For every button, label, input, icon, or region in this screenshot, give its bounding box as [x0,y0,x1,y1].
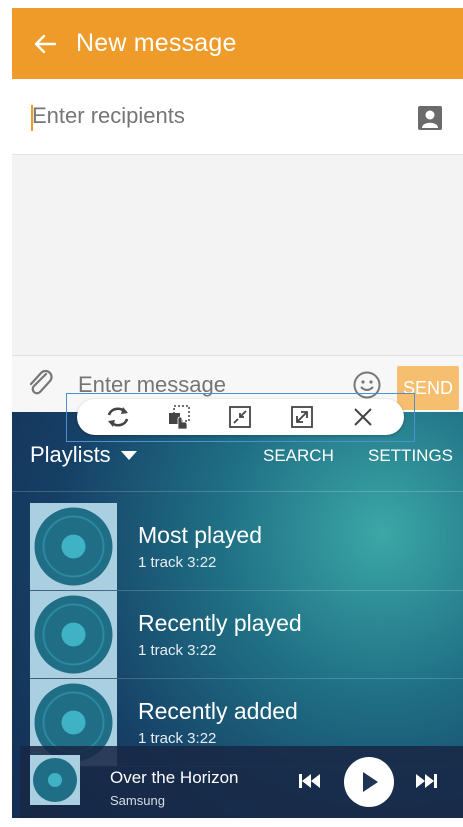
playlists-label: Playlists [30,442,111,467]
drag-content-button[interactable] [166,404,192,430]
now-playing-art [30,755,80,805]
drag-content-icon [169,405,190,430]
contacts-button[interactable] [417,105,443,131]
playlist-meta: 1 track 3:22 [138,730,217,747]
maximize-window-icon [290,406,313,428]
maximize-window-button[interactable] [289,404,315,430]
page-title: New message [76,29,237,57]
message-thread-area[interactable] [12,155,463,356]
now-playing-title: Over the Horizon [110,768,239,787]
recipients-row [12,79,463,155]
play-button[interactable] [344,757,394,807]
playlist-name: Recently added [138,698,298,724]
previous-icon [299,774,320,788]
playlist-item[interactable]: Recently played 1 track 3:22 [30,590,463,679]
playlist-item[interactable]: Most played 1 track 3:22 [30,502,463,591]
settings-button[interactable]: SETTINGS [368,446,453,466]
album-art-image [30,591,117,678]
attach-button[interactable] [26,368,56,398]
album-art [30,591,117,678]
music-app: Playlists SEARCH SETTINGS Most played 1 … [12,412,463,818]
mini-player[interactable]: Over the Horizon Samsung [20,746,463,818]
close-window-button[interactable] [350,404,376,430]
playlist-meta: 1 track 3:22 [138,642,217,659]
album-art-image [30,503,117,590]
playlist-name: Most played [138,522,263,548]
search-button[interactable]: SEARCH [263,446,334,466]
next-icon [416,774,437,788]
dropdown-arrow-icon [120,450,137,460]
minimize-window-icon [229,406,252,428]
previous-track-button[interactable] [297,769,323,793]
recipients-input[interactable] [32,103,392,129]
now-playing-artist: Samsung [110,793,165,808]
album-art [30,503,117,590]
playlists-dropdown[interactable]: Playlists [30,442,137,468]
playlist-meta: 1 track 3:22 [138,554,217,571]
contact-icon [418,106,442,130]
message-app-bar: New message [12,8,463,79]
playlist-name: Recently played [138,610,302,636]
close-icon [354,408,372,426]
switch-windows-button[interactable] [105,404,131,430]
album-art-image [30,755,80,805]
back-button[interactable] [26,25,64,63]
play-icon [363,772,378,792]
multiwindow-toolbar [77,399,404,435]
back-arrow-icon [34,34,56,53]
next-track-button[interactable] [413,769,439,793]
paperclip-icon [29,369,53,395]
switch-windows-icon [107,407,128,427]
minimize-window-button[interactable] [227,404,253,430]
